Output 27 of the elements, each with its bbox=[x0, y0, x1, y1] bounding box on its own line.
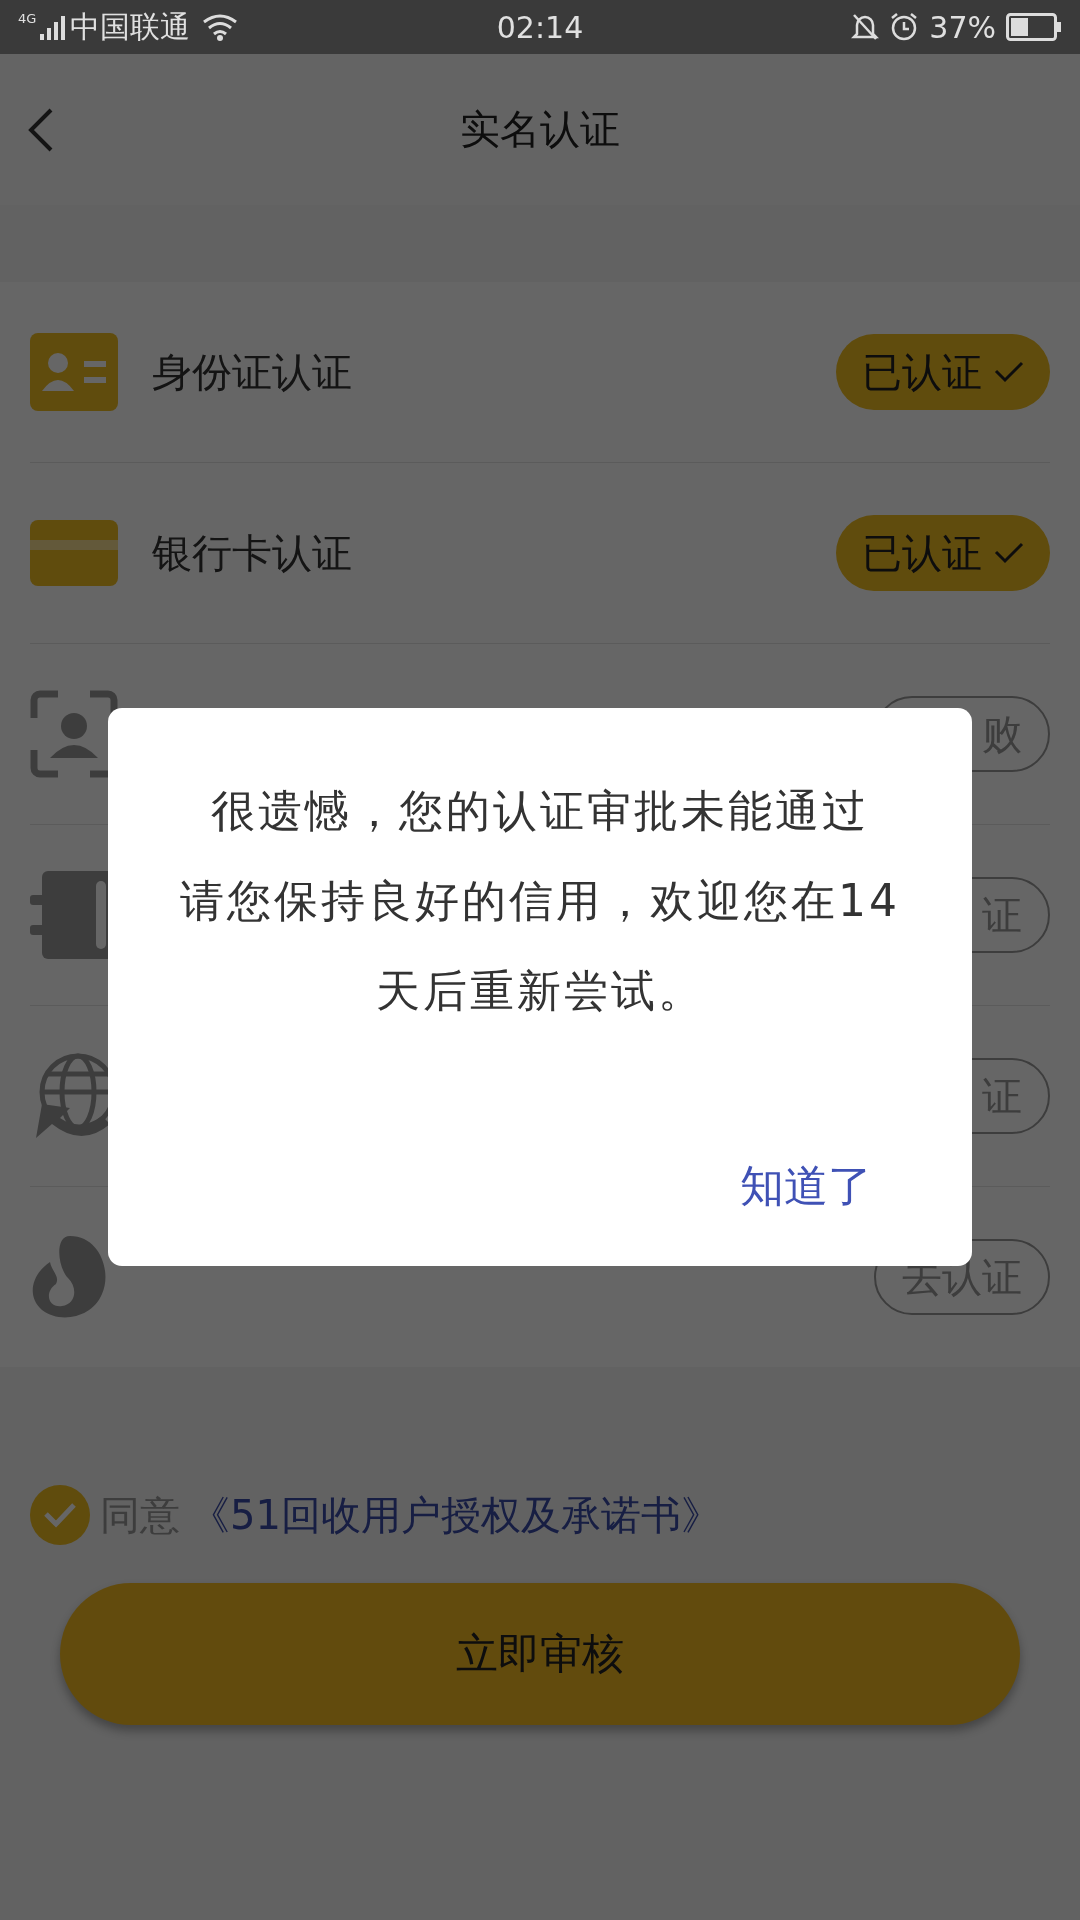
check-icon bbox=[994, 361, 1024, 383]
battery-percent: 37% bbox=[929, 9, 996, 45]
agreement-link[interactable]: 《51回收用户授权及承诺书》 bbox=[190, 1487, 721, 1543]
clock-time: 02:14 bbox=[496, 9, 584, 45]
ok-button[interactable]: 知道了 bbox=[730, 1147, 882, 1226]
carrier-name: 中国联通 bbox=[70, 7, 191, 46]
back-icon[interactable] bbox=[28, 107, 54, 152]
network-type: 4G bbox=[18, 10, 37, 26]
check-icon bbox=[43, 1502, 77, 1528]
dialog-message: 请您保持良好的信用，欢迎您在14 bbox=[180, 874, 900, 928]
face-scan-icon bbox=[30, 690, 118, 778]
agree-checkbox[interactable] bbox=[30, 1485, 90, 1545]
dialog-message: 很遗憾，您的认证审批未能通过 bbox=[211, 784, 869, 838]
verification-title: 银行卡认证 bbox=[152, 528, 353, 578]
dialog-message: 天后重新尝试。 bbox=[375, 964, 705, 1018]
bell-muted-icon bbox=[851, 12, 880, 42]
check-icon bbox=[994, 542, 1024, 564]
verification-title: 身份证认证 bbox=[152, 347, 353, 397]
battery-icon bbox=[1006, 13, 1062, 41]
signal-icon bbox=[40, 14, 67, 40]
wifi-icon bbox=[202, 13, 239, 41]
bank-card-icon bbox=[30, 520, 118, 586]
page-title: 实名认证 bbox=[460, 105, 620, 154]
id-card-icon bbox=[30, 333, 118, 411]
status-badge[interactable]: 已认证 bbox=[836, 334, 1050, 410]
submit-button[interactable]: 立即审核 bbox=[60, 1583, 1020, 1725]
status-badge[interactable]: 已认证 bbox=[836, 515, 1050, 591]
